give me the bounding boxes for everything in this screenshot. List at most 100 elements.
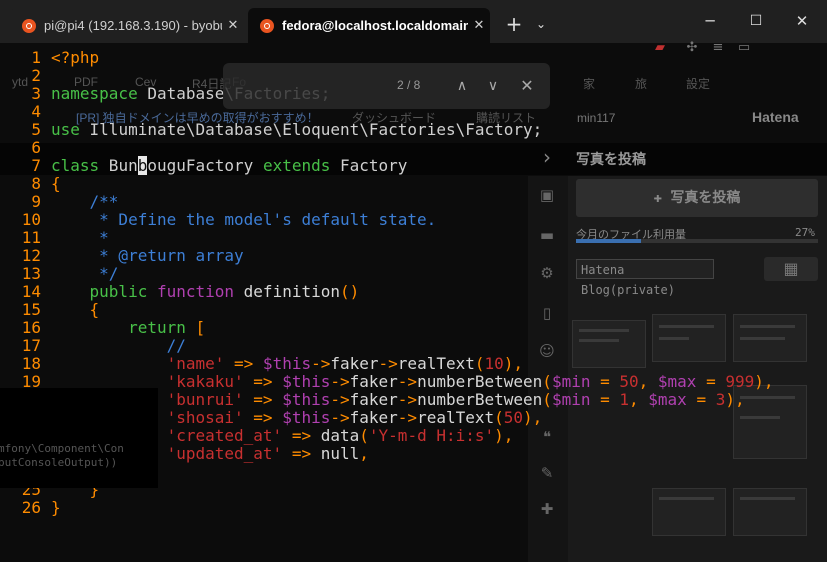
code-text: 'name' => $this->faker->realText(10), [51, 355, 523, 373]
code-token: Illuminate\Database\Eloquent\Factories\F… [79, 120, 543, 139]
maximize-button[interactable]: ☐ [733, 6, 779, 36]
line-number: 2 [31, 66, 41, 85]
code-token: => [282, 426, 312, 445]
code-token: $max [657, 372, 697, 391]
line-number: 7 [31, 156, 41, 175]
find-next-button[interactable]: ∨ [482, 75, 504, 97]
code-token: -> [311, 354, 331, 373]
code-token: faker [349, 408, 398, 427]
code-token: { [51, 300, 100, 319]
code-token: { [51, 174, 61, 193]
code-line: 12 * @return array [0, 247, 827, 265]
code-token: // [51, 336, 186, 355]
code-token: ( [359, 426, 369, 445]
tab-pi4[interactable]: pi@pi4 (192.168.3.190) - byobu ✕ [10, 8, 244, 43]
new-tab-button[interactable]: + [502, 10, 526, 38]
code-token: function [147, 282, 235, 301]
code-token: -> [378, 354, 398, 373]
tab-dropdown-button[interactable]: ⌄ [530, 10, 552, 38]
tab-bar: pi@pi4 (192.168.3.190) - byobu ✕ fedora@… [0, 0, 827, 43]
code-token: -> [330, 408, 350, 427]
code-token: $max [648, 390, 687, 409]
line-number: 4 [31, 102, 41, 121]
code-text: * [51, 229, 109, 247]
code-text: */ [51, 265, 118, 283]
line-number: 13 [21, 264, 41, 283]
code-line: 7 class BunbouguFactory extends Factory [0, 156, 827, 175]
code-text: /** [51, 192, 119, 211]
code-line: 9 /** [0, 193, 827, 211]
code-text: public function definition() [51, 282, 360, 301]
code-token: return [51, 318, 186, 337]
tab-title: pi@pi4 (192.168.3.190) - byobu [44, 18, 222, 33]
line-number: 11 [21, 228, 41, 247]
code-text: * @return array [51, 247, 244, 265]
close-tab-icon[interactable]: ✕ [468, 18, 490, 33]
find-close-button[interactable]: ✕ [516, 75, 538, 97]
code-token: * Define the model's default state. [51, 210, 437, 229]
code-token: /** [51, 192, 119, 211]
ubuntu-icon [22, 18, 36, 33]
code-text: 'kakaku' => $this->faker->numberBetween(… [51, 373, 774, 391]
code-text: class BunbouguFactory extends Factory [51, 156, 407, 175]
code-token: faker [349, 372, 398, 391]
code-token: 'name' [51, 354, 225, 373]
close-tab-icon[interactable]: ✕ [222, 18, 244, 33]
minimize-button[interactable]: ─ [687, 6, 733, 36]
code-token: ), [523, 408, 543, 427]
code-token: faker [349, 390, 398, 409]
code-token: -> [330, 390, 350, 409]
code-token: = [590, 372, 620, 391]
code-token: $min [551, 390, 591, 409]
code-token: $this [272, 408, 331, 427]
code-token: use [51, 120, 80, 139]
code-token: $this [253, 354, 312, 373]
code-token: 1 [619, 390, 630, 409]
code-text: { [51, 175, 61, 193]
code-text: <?php [51, 49, 99, 67]
code-token: public [51, 282, 148, 301]
line-number: 17 [21, 336, 41, 355]
code-token: = [696, 372, 726, 391]
code-text: } [51, 499, 61, 517]
code-token: numberBetween [417, 390, 543, 409]
code-token: 3 [715, 390, 726, 409]
overlay-terminal-window: mfony\Component\Con putConsoleOutput)) [0, 388, 158, 488]
code-line: 26} [0, 499, 827, 517]
code-token: , [629, 390, 649, 409]
code-token: 50 [503, 408, 524, 427]
line-number: 12 [21, 246, 41, 265]
code-token: realText [397, 354, 475, 373]
code-token: -> [397, 408, 418, 427]
code-token: $this [272, 390, 331, 409]
code-token: faker [330, 354, 379, 373]
code-token: Bun [99, 156, 138, 175]
code-token: realText [417, 408, 495, 427]
code-token: => [282, 444, 312, 463]
code-token: 50 [619, 372, 639, 391]
code-token: = [686, 390, 716, 409]
tab-fedora[interactable]: fedora@localhost.localdomain ✕ [248, 8, 490, 43]
code-text: * Define the model's default state. [51, 211, 436, 229]
code-token: definition [234, 282, 340, 301]
line-number: 1 [31, 48, 41, 67]
code-token: 999 [725, 372, 755, 391]
text-cursor: b [137, 156, 148, 175]
close-window-button[interactable]: ✕ [779, 6, 825, 36]
code-line: 8{ [0, 175, 827, 193]
code-token: * [51, 228, 109, 247]
code-token: namespace [51, 84, 138, 103]
find-previous-button[interactable]: ∧ [451, 75, 473, 97]
code-line: 16 return [ [0, 319, 827, 337]
code-token: data [311, 426, 360, 445]
code-token: <?php [51, 48, 100, 67]
code-token: } [51, 498, 61, 517]
code-token: , [359, 444, 369, 463]
code-token: null [311, 444, 360, 463]
code-token: [ [185, 318, 206, 337]
code-text: return [ [51, 319, 205, 337]
code-token: -> [397, 390, 418, 409]
code-token: class [51, 156, 100, 175]
overlay-text: putConsoleOutput)) [0, 456, 118, 469]
code-token: $min [551, 372, 591, 391]
